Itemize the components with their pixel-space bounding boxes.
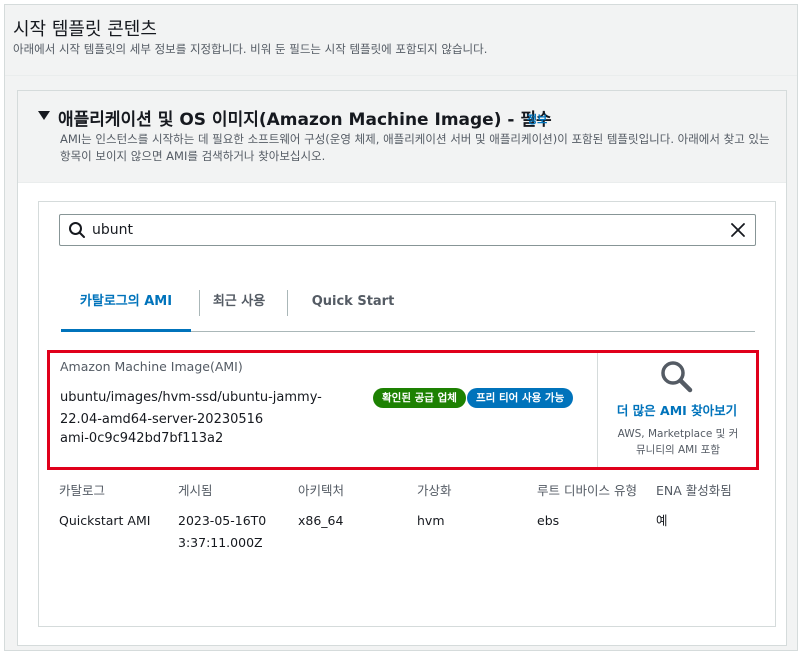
tab-recently-used[interactable]: 최근 사용 [201,272,277,332]
ami-id: ami-0c9c942bd7bf113a2 [60,431,224,446]
detail-catalog: 카탈로그 Quickstart AMI [59,480,169,532]
detail-value: 2023-05-16T03:37:11.000Z [178,513,267,550]
detail-value: 예 [656,513,668,528]
detail-ena-enabled: ENA 활성화됨 예 [656,480,756,532]
detail-value: hvm [417,513,445,528]
detail-header: 아키텍처 [298,483,345,498]
search-input[interactable] [92,219,712,241]
detail-published: 게시됨 2023-05-16T03:37:11.000Z [178,480,278,554]
ami-search-box[interactable] [59,214,756,246]
section-header[interactable]: 애플리케이션 및 OS 이미지(Amazon Machine Image) - … [18,91,786,183]
section-description: AMI는 인스턴스를 시작하는 데 필요한 소프트웨어 구성(운영 체제, 애플… [60,132,770,163]
ami-source-tabs: 카탈로그의 AMI 최근 사용 Quick Start [61,272,755,332]
ami-label: Amazon Machine Image(AMI) [60,359,243,374]
detail-value: ebs [537,513,560,528]
detail-header: 루트 디바이스 유형 [537,483,637,498]
tab-separator [199,290,200,316]
detail-header: ENA 활성화됨 [656,483,732,498]
detail-virtualization: 가상화 hvm [417,480,517,532]
detail-header: 가상화 [417,483,452,498]
detail-header: 카탈로그 [59,483,106,498]
ami-section: 애플리케이션 및 OS 이미지(Amazon Machine Image) - … [17,90,787,646]
detail-header: 게시됨 [178,483,213,498]
caret-down-icon[interactable] [38,111,50,120]
detail-value: Quickstart AMI [59,513,151,528]
free-tier-badge: 프리 티어 사용 가능 [467,388,574,408]
divider [5,75,797,76]
browse-more-amis-button[interactable]: 더 많은 AMI 찾아보기 AWS, Marketplace 및 커뮤니티의 A… [598,353,756,467]
panel-description: 아래에서 시작 템플릿의 세부 정보를 지정합니다. 비워 둔 필드는 시작 템… [13,42,488,56]
browse-more-amis-label[interactable]: 더 많은 AMI 찾아보기 [598,400,756,419]
detail-root-device-type: 루트 디바이스 유형 ebs [537,480,637,532]
launch-template-contents-panel: 시작 템플릿 콘텐츠 아래에서 시작 템플릿의 세부 정보를 지정합니다. 비워… [4,4,798,651]
detail-value: x86_64 [298,513,344,528]
tab-separator [287,290,288,316]
verified-provider-badge: 확인된 공급 업체 [373,388,466,408]
tab-catalog-ami[interactable]: 카탈로그의 AMI [61,272,191,332]
browse-more-amis-subtext: AWS, Marketplace 및 커뮤니티의 AMI 포함 [617,428,739,456]
search-icon [661,361,693,393]
detail-architecture: 아키텍처 x86_64 [298,480,398,532]
section-title: 애플리케이션 및 OS 이미지(Amazon Machine Image) - … [58,110,552,130]
ami-details: 카탈로그 Quickstart AMI 게시됨 2023-05-16T03:37… [59,480,759,580]
selected-ami-box: Amazon Machine Image(AMI) ubuntu/images/… [47,350,759,470]
ami-name: ubuntu/images/hvm-ssd/ubuntu-jammy- 22.0… [60,390,322,427]
panel-title: 시작 템플릿 콘텐츠 [13,19,157,40]
search-icon [69,222,85,238]
ami-selector-card: 카탈로그의 AMI 최근 사용 Quick Start Amazon Machi… [38,201,776,627]
tab-quick-start[interactable]: Quick Start [297,272,409,332]
close-icon[interactable] [729,221,747,239]
info-link[interactable]: 정보 [527,111,547,127]
